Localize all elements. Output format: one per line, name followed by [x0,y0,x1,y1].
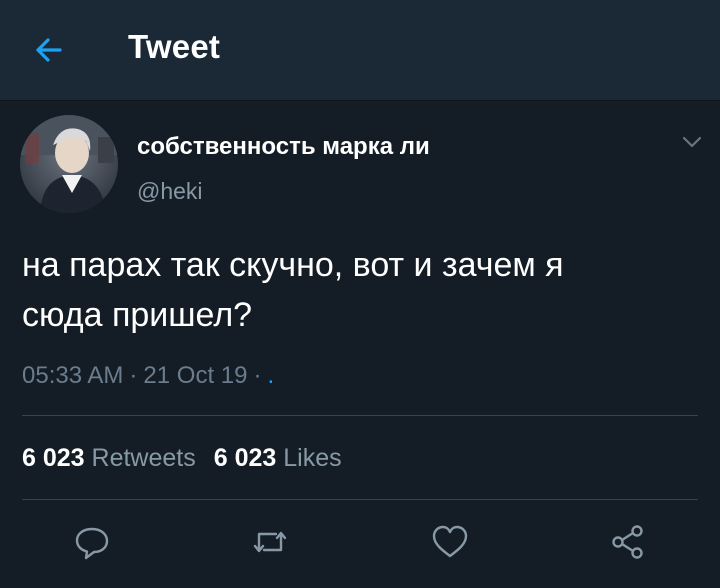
author-handle[interactable]: @heki [137,178,203,205]
tweet-time: 05:33 AM [22,362,124,389]
divider [22,499,698,500]
retweet-icon [253,531,287,553]
share-icon [612,525,643,559]
retweets-label: Retweets [91,444,196,472]
reply-button[interactable] [72,522,112,562]
retweets-count: 6 023 [22,444,85,472]
like-button[interactable] [430,522,470,562]
arrow-left-icon [36,38,62,62]
likes-label: Likes [283,444,342,472]
chevron-down-icon [682,136,702,148]
likes-count: 6 023 [213,444,277,472]
retweet-button[interactable] [250,522,290,562]
tweet-text-line: на парах так скучно, вот и зачем я [22,246,564,284]
more-options-button[interactable] [680,132,704,152]
tweet-source[interactable]: . [267,362,274,389]
back-button[interactable] [30,32,70,68]
like-icon [432,525,468,558]
tweet-text: на парах так скучно, вот и зачем я сюда … [22,240,712,340]
retweets-stat[interactable]: 6 023 Retweets [22,444,214,472]
avatar[interactable] [20,115,118,213]
tweet-date: 21 Oct 19 [143,362,248,389]
tweet-meta: 05:33 AM · 21 Oct 19 ·. [22,362,275,389]
top-bar: Tweet [0,0,720,101]
reply-icon [75,527,109,560]
page-title: Tweet [128,28,221,65]
author-display-name[interactable]: собственность марка ли [137,133,430,161]
divider [22,415,698,416]
tweet-text-line: сюда пришел? [22,296,253,334]
likes-stat[interactable]: 6 023 Likes [214,444,360,472]
share-button[interactable] [608,522,648,562]
tweet-stats: 6 023 Retweets 6 023 Likes [22,444,360,473]
